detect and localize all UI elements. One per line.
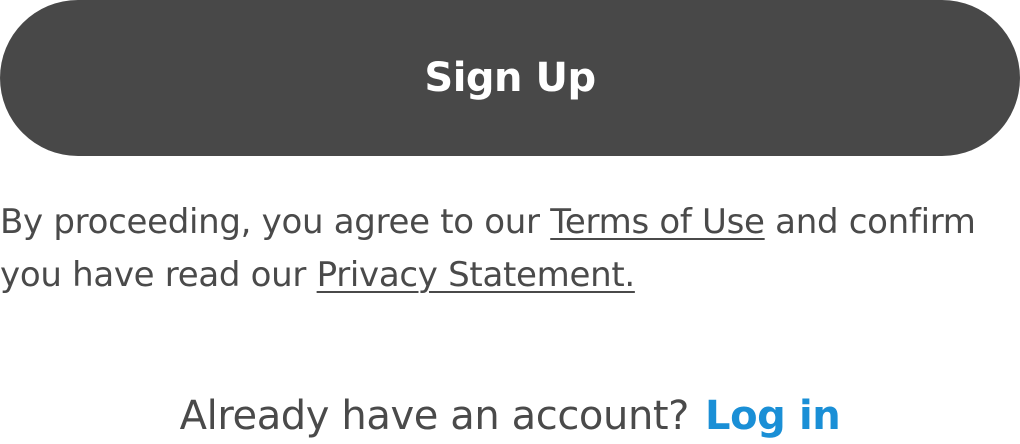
sign-up-button[interactable]: Sign Up	[0, 0, 1020, 156]
terms-prefix-text: By proceeding, you agree to our	[0, 202, 551, 242]
signup-form-footer: Sign Up By proceeding, you agree to our …	[0, 0, 1020, 444]
terms-line2-text: you have read our	[0, 255, 317, 295]
login-prompt-row: Already have an account? Log in	[0, 388, 1020, 444]
login-prompt-text: Already have an account?	[179, 393, 690, 439]
terms-middle-text: and confirm	[764, 202, 976, 242]
terms-notice: By proceeding, you agree to our Terms of…	[0, 196, 1020, 302]
privacy-statement-link[interactable]: Privacy Statement.	[317, 255, 636, 295]
sign-up-button-label: Sign Up	[424, 55, 596, 101]
log-in-link[interactable]: Log in	[705, 393, 841, 439]
terms-of-use-link[interactable]: Terms of Use	[550, 202, 765, 242]
